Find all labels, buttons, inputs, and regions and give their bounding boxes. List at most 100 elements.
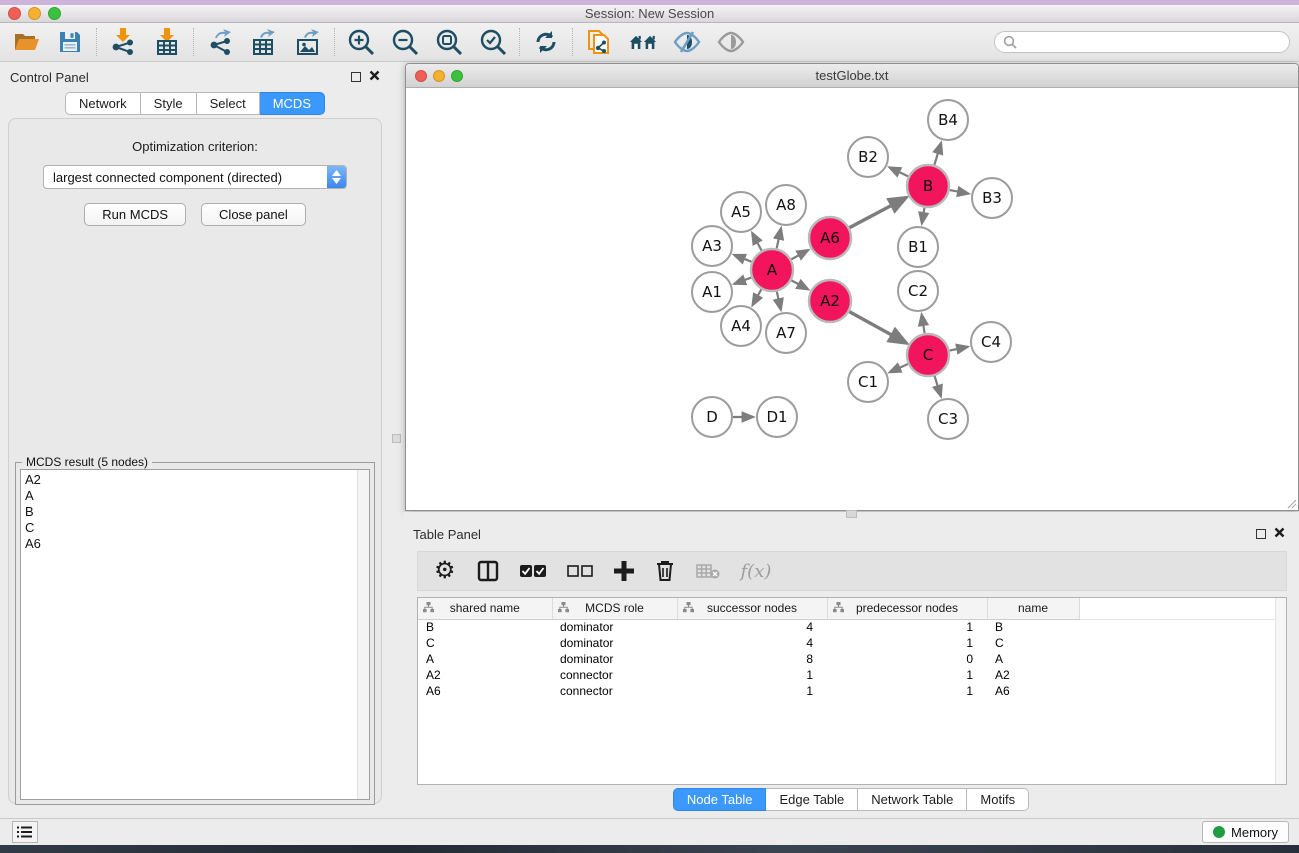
edge-C-C2[interactable] — [922, 315, 925, 334]
node-table[interactable]: shared nameMCDS rolesuccessor nodesprede… — [417, 597, 1287, 785]
edge-A-A6[interactable] — [791, 250, 808, 259]
table-cell[interactable]: C — [987, 635, 1079, 651]
table-settings-icon[interactable]: ⚙ — [434, 559, 456, 583]
function-builder-icon[interactable]: f(x) — [741, 561, 772, 582]
apply-layout-icon[interactable] — [532, 28, 560, 56]
table-cell[interactable]: 8 — [677, 651, 827, 667]
table-cell[interactable]: A2 — [418, 667, 552, 683]
graph-node-B4[interactable]: B4 — [928, 100, 968, 140]
save-session-icon[interactable] — [56, 28, 84, 56]
table-cell[interactable]: 1 — [827, 619, 987, 635]
table-cell[interactable]: 1 — [677, 667, 827, 683]
table-cell[interactable]: 4 — [677, 619, 827, 635]
delete-column-icon[interactable] — [655, 560, 675, 582]
mcds-result-item[interactable]: C — [25, 520, 357, 536]
graph-node-A1[interactable]: A1 — [692, 272, 732, 312]
toolbar-search-field[interactable] — [994, 31, 1290, 53]
edge-A-A3[interactable] — [734, 255, 751, 262]
table-row[interactable]: A6connector11A6 — [418, 683, 1286, 699]
graph-node-A8[interactable]: A8 — [766, 185, 806, 225]
divider-grip[interactable] — [392, 434, 401, 443]
edge-A-A2[interactable] — [791, 280, 808, 289]
graph-node-A2[interactable]: A2 — [809, 280, 851, 322]
close-panel-button[interactable]: Close panel — [201, 203, 306, 226]
table-cell[interactable]: 1 — [827, 667, 987, 683]
table-cell[interactable]: B — [418, 619, 552, 635]
edge-C-C4[interactable] — [950, 347, 968, 351]
graph-node-C1[interactable]: C1 — [848, 362, 888, 402]
window-resize-handle[interactable] — [1287, 499, 1297, 509]
edge-B-B1[interactable] — [922, 208, 925, 224]
table-row[interactable]: Bdominator41B — [418, 619, 1286, 635]
zoom-in-icon[interactable] — [347, 28, 375, 56]
tab-edge-table[interactable]: Edge Table — [766, 788, 858, 811]
table-cell[interactable]: connector — [552, 683, 677, 699]
graph-node-A3[interactable]: A3 — [692, 226, 732, 266]
table-cell[interactable]: connector — [552, 667, 677, 683]
show-all-icon[interactable] — [717, 28, 745, 56]
table-cell[interactable]: A6 — [987, 683, 1079, 699]
import-table-icon[interactable] — [153, 28, 181, 56]
mcds-result-item[interactable]: A6 — [25, 536, 357, 552]
edge-A6-B[interactable] — [849, 198, 905, 228]
zoom-selected-icon[interactable] — [479, 28, 507, 56]
search-input[interactable] — [1022, 35, 1281, 49]
graph-node-B2[interactable]: B2 — [848, 137, 888, 177]
table-cell[interactable]: 1 — [827, 683, 987, 699]
table-row[interactable]: A2connector11A2 — [418, 667, 1286, 683]
table-cell[interactable]: A2 — [987, 667, 1079, 683]
close-panel-icon[interactable] — [369, 68, 380, 86]
table-cell[interactable]: 4 — [677, 635, 827, 651]
edge-A2-C[interactable] — [849, 312, 906, 343]
table-cell[interactable]: dominator — [552, 635, 677, 651]
graph-node-C4[interactable]: C4 — [971, 322, 1011, 362]
edge-A-A4[interactable] — [753, 289, 762, 305]
column-header-name[interactable]: name — [987, 598, 1079, 619]
show-column-panel-icon[interactable] — [477, 560, 499, 582]
graph-node-C[interactable]: C — [907, 334, 949, 376]
tab-network[interactable]: Network — [65, 92, 141, 115]
tab-node-table[interactable]: Node Table — [673, 788, 767, 811]
open-file-icon[interactable] — [12, 28, 40, 56]
graph-node-A5[interactable]: A5 — [721, 192, 761, 232]
mcds-result-list[interactable]: A2ABCA6 — [20, 469, 370, 800]
edge-C-C1[interactable] — [890, 364, 908, 372]
graph-node-D[interactable]: D — [692, 397, 732, 437]
table-cell[interactable]: A6 — [418, 683, 552, 699]
column-header-successor-nodes[interactable]: successor nodes — [677, 598, 827, 619]
table-cell[interactable]: dominator — [552, 619, 677, 635]
float-panel-icon[interactable] — [1256, 529, 1266, 539]
column-header-shared-name[interactable]: shared name — [418, 598, 552, 619]
graph-node-C3[interactable]: C3 — [928, 399, 968, 439]
zoom-out-icon[interactable] — [391, 28, 419, 56]
mcds-result-item[interactable]: A — [25, 488, 357, 504]
edge-B-B2[interactable] — [890, 167, 909, 176]
graph-node-A[interactable]: A — [751, 249, 793, 291]
float-panel-icon[interactable] — [351, 72, 361, 82]
criterion-select[interactable]: largest connected component (directed) — [43, 165, 347, 189]
add-column-icon[interactable] — [614, 561, 634, 581]
tab-mcds[interactable]: MCDS — [260, 92, 325, 115]
graph-node-C2[interactable]: C2 — [898, 271, 938, 311]
run-mcds-button[interactable]: Run MCDS — [84, 203, 186, 226]
graph-node-A7[interactable]: A7 — [766, 313, 806, 353]
memory-button[interactable]: Memory — [1202, 821, 1289, 843]
tab-motifs[interactable]: Motifs — [967, 788, 1029, 811]
tab-style[interactable]: Style — [141, 92, 197, 115]
export-network-icon[interactable] — [206, 28, 234, 56]
network-window-titlebar[interactable]: testGlobe.txt — [406, 64, 1298, 88]
edge-A-A5[interactable] — [752, 233, 761, 250]
edge-A-A1[interactable] — [735, 278, 752, 284]
graph-node-B1[interactable]: B1 — [898, 227, 938, 267]
mcds-result-item[interactable]: B — [25, 504, 357, 520]
show-panels-menu-button[interactable] — [12, 821, 38, 843]
divider-grip[interactable] — [846, 510, 857, 518]
new-network-from-selection-icon[interactable] — [585, 28, 613, 56]
mcds-result-item[interactable]: A2 — [25, 472, 357, 488]
table-cell[interactable]: C — [418, 635, 552, 651]
table-scrollbar[interactable] — [1275, 598, 1286, 784]
table-row[interactable]: Cdominator41C — [418, 635, 1286, 651]
tab-network-table[interactable]: Network Table — [858, 788, 967, 811]
edge-A-A8[interactable] — [777, 228, 781, 248]
table-cell[interactable]: A — [987, 651, 1079, 667]
